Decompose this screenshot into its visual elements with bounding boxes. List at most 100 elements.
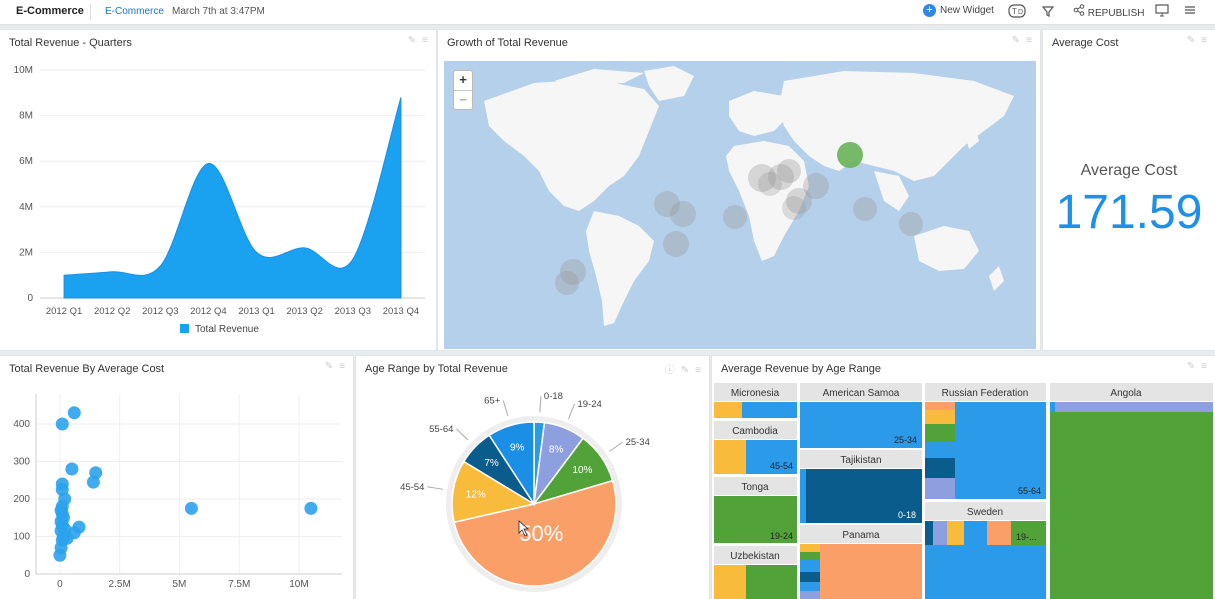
pie-leader-line xyxy=(609,441,623,452)
pie-chart: 0-188%19-2410%25-3450%12%45-547%55-649%6… xyxy=(400,391,650,592)
zoom-control: + − xyxy=(453,70,473,110)
scatter-point xyxy=(55,417,69,431)
map-canvas[interactable]: + − xyxy=(444,61,1036,349)
widget-tools: ✎ ≡ xyxy=(1181,35,1207,46)
share-icon xyxy=(1073,4,1085,16)
treemap-group-angola[interactable]: Angola xyxy=(1050,383,1213,599)
x-tick-label: 2012 Q1 xyxy=(46,306,82,317)
pie-slice-label: 55-64 xyxy=(429,424,453,435)
scatter-point xyxy=(65,462,79,476)
treemap-group-sweden[interactable]: Sweden 19-... xyxy=(925,502,1046,599)
scatter-chart: 0 100 200 300 400 0 2.5M 5M 7.5M 10M xyxy=(13,394,342,590)
treemap-group-micronesia[interactable]: Micronesia xyxy=(714,383,797,418)
x-tick-label: 2013 Q4 xyxy=(383,306,419,317)
menu-icon[interactable]: ≡ xyxy=(1026,35,1032,46)
treemap-chart: Micronesia Cambodia 45-54 Tonga 19-24 Uz… xyxy=(714,383,1213,599)
x-tick-label: 2013 Q2 xyxy=(286,306,322,317)
y-tick-label: 2M xyxy=(19,247,33,258)
menu-icon[interactable] xyxy=(1184,4,1196,19)
text-tools-icon[interactable]: TD xyxy=(1008,4,1026,21)
y-tick-label: 300 xyxy=(13,457,30,468)
scatter-point xyxy=(184,501,198,515)
pie-leader-line xyxy=(502,400,509,416)
treemap-group-panama[interactable]: Panama xyxy=(800,525,922,599)
zoom-out-button[interactable]: − xyxy=(454,90,472,110)
map-bubble xyxy=(853,197,877,221)
scatter-point xyxy=(86,475,100,489)
map-bubble xyxy=(555,271,579,295)
kpi-value: 171.59 xyxy=(1055,186,1203,239)
x-tick-label: 2012 Q4 xyxy=(190,306,226,317)
group-label: Micronesia xyxy=(731,388,780,399)
widget-tools: ✎ ≡ xyxy=(1006,35,1032,46)
x-tick-label: 2.5M xyxy=(109,579,131,590)
cell-label: 19-... xyxy=(1016,532,1037,542)
world-map[interactable] xyxy=(444,61,1036,349)
treemap-group-tonga[interactable]: Tonga 19-24 xyxy=(714,477,797,543)
scatter-widget: Total Revenue By Average Cost ✎ ≡ 0 100 200… xyxy=(0,356,353,599)
treemap-group-uzbekistan[interactable]: Uzbekistan xyxy=(714,546,797,599)
x-tick-label: 2012 Q2 xyxy=(94,306,130,317)
area-series-total-revenue xyxy=(63,97,402,299)
pie-slice-label: 45-54 xyxy=(400,482,424,493)
pie-leader-line xyxy=(427,486,444,490)
x-tick-label: 2013 Q1 xyxy=(238,306,274,317)
new-widget-button[interactable]: + New Widget xyxy=(923,4,994,17)
group-label: Sweden xyxy=(967,507,1003,518)
pie-slice-label: 0-18 xyxy=(544,391,563,402)
x-tick-label: 0 xyxy=(57,579,63,590)
new-widget-label: New Widget xyxy=(940,5,994,17)
x-tick-label: 2012 Q3 xyxy=(142,306,178,317)
treemap-group-cambodia[interactable]: Cambodia 45-54 xyxy=(714,421,797,474)
pie-data-label: 9% xyxy=(510,442,525,453)
y-tick-label: 10M xyxy=(14,65,33,76)
x-tick-label: 10M xyxy=(289,579,308,590)
edit-icon[interactable]: ✎ xyxy=(1012,35,1020,46)
average-cost-widget: Average Cost ✎ ≡ Average Cost 171.59 xyxy=(1043,30,1215,350)
pie-data-label: 10% xyxy=(572,465,592,476)
scatter-point xyxy=(53,548,67,562)
last-updated: March 7th at 3:47PM xyxy=(172,6,265,17)
growth-map-widget: Growth of Total Revenue ✎ ≡ + − xyxy=(438,30,1040,350)
edit-icon[interactable]: ✎ xyxy=(1187,35,1195,46)
monitor-icon[interactable] xyxy=(1155,4,1169,20)
pie-data-label: 7% xyxy=(484,458,499,469)
map-bubble xyxy=(723,205,747,229)
zoom-in-button[interactable]: + xyxy=(454,71,472,90)
area-chart: 0 2M 4M 6M 8M 10M 2012 Q1 2012 Q2 2012 Q3 2012 Q4… xyxy=(14,65,425,335)
cell-label: 19-24 xyxy=(770,531,793,541)
y-tick-label: 6M xyxy=(19,156,33,167)
treemap-group-american-samoa[interactable]: American Samoa 25-34 xyxy=(800,383,922,448)
scatter-point xyxy=(304,501,318,515)
map-bubble xyxy=(782,196,806,220)
treemap-group-russian-federation[interactable]: Russian Federation 55-64 xyxy=(925,383,1046,499)
scatter-point xyxy=(67,406,81,420)
group-label: Uzbekistan xyxy=(730,551,779,562)
group-label: Angola xyxy=(1110,388,1142,399)
map-bubble xyxy=(670,201,696,227)
y-tick-label: 100 xyxy=(13,532,30,543)
plus-icon: + xyxy=(923,4,936,17)
pie-leader-line xyxy=(539,396,542,413)
pie-leader-line xyxy=(456,428,469,441)
republish-button[interactable]: REPUBLISH xyxy=(1073,4,1144,19)
filter-icon[interactable] xyxy=(1041,4,1055,21)
treemap-group-tajikistan[interactable]: Tajikistan 0-18 xyxy=(800,450,922,523)
republish-label: REPUBLISH xyxy=(1087,8,1145,19)
app-title: E-Commerce xyxy=(16,5,84,17)
group-label: Russian Federation xyxy=(942,388,1029,399)
map-bubble xyxy=(899,212,923,236)
pie-slice-label: 19-24 xyxy=(578,399,602,410)
menu-icon[interactable]: ≡ xyxy=(1201,35,1207,46)
revenue-quarters-widget: Total Revenue - Quarters ✎ ≡ 0 2M 4M 6M 8M 10M… xyxy=(0,30,436,350)
cell-label: 25-34 xyxy=(894,435,917,445)
svg-text:T: T xyxy=(1012,7,1017,16)
legend-swatch xyxy=(180,324,189,333)
treemap-widget: Average Revenue by Age Range ✎ ≡ Micrones… xyxy=(712,356,1215,599)
breadcrumb-dashboard[interactable]: E-Commerce xyxy=(105,6,164,17)
cell-label: 0-18 xyxy=(898,510,916,520)
y-tick-label: 400 xyxy=(13,419,30,430)
y-tick-label: 8M xyxy=(19,111,33,122)
group-label: Tajikistan xyxy=(840,455,881,466)
pie-slice-label: 25-34 xyxy=(626,437,650,448)
